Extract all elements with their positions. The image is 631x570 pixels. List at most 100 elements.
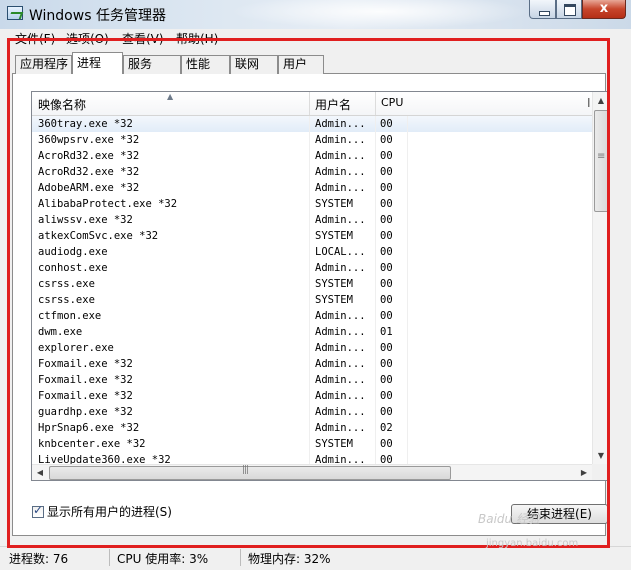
close-button[interactable]: x xyxy=(582,0,626,19)
process-row[interactable]: AlibabaProtect.exe *32 SYSTEM 00 xyxy=(32,196,592,212)
vertical-scrollbar[interactable]: ▲ ▼ xyxy=(592,92,608,464)
process-row[interactable]: aliwssv.exe *32 Admin... 00 xyxy=(32,212,592,228)
process-row[interactable]: csrss.exe SYSTEM 00 xyxy=(32,292,592,308)
process-name: AcroRd32.exe *32 xyxy=(38,166,140,178)
process-row[interactable]: Foxmail.exe *32 Admin... 00 xyxy=(32,356,592,372)
process-user: SYSTEM xyxy=(315,438,353,450)
process-row[interactable]: 360wpsrv.exe *32 Admin... 00 xyxy=(32,132,592,148)
minimize-button[interactable] xyxy=(529,0,556,19)
task-manager-icon xyxy=(7,6,23,20)
menu-help[interactable]: 帮助(H) xyxy=(176,30,218,47)
process-cpu: 00 xyxy=(380,278,393,290)
process-user: Admin... xyxy=(315,326,366,338)
process-user: Admin... xyxy=(315,166,366,178)
process-row[interactable]: Foxmail.exe *32 Admin... 00 xyxy=(32,388,592,404)
process-cpu: 02 xyxy=(380,422,393,434)
process-row[interactable]: conhost.exe Admin... 00 xyxy=(32,260,592,276)
process-row[interactable]: AcroRd32.exe *32 Admin... 00 xyxy=(32,164,592,180)
list-header: ▲ 映像名称 用户名 CPU I xyxy=(32,92,592,116)
tab-networking[interactable]: 联网 xyxy=(230,55,278,74)
window-title: Windows 任务管理器 xyxy=(29,8,166,24)
process-row[interactable]: atkexComSvc.exe *32 SYSTEM 00 xyxy=(32,228,592,244)
process-name: 360tray.exe *32 xyxy=(38,118,133,130)
process-cpu: 00 xyxy=(380,246,393,258)
column-user-name[interactable]: 用户名 xyxy=(315,96,351,113)
process-rows: 360tray.exe *32 Admin... 00 360wpsrv.exe *3… xyxy=(32,116,592,480)
process-name: csrss.exe xyxy=(38,278,95,290)
process-user: Admin... xyxy=(315,342,366,354)
process-row[interactable]: knbcenter.exe *32 SYSTEM 00 xyxy=(32,436,592,452)
process-name: Foxmail.exe *32 xyxy=(38,374,133,386)
process-name: conhost.exe xyxy=(38,262,108,274)
status-memory: 物理内存: 32% xyxy=(248,552,331,566)
scroll-left-icon[interactable]: ◀ xyxy=(32,465,48,480)
show-all-users-label[interactable]: 显示所有用户的进程(S) xyxy=(47,503,172,520)
show-all-users-checkbox[interactable] xyxy=(32,503,44,518)
process-name: AlibabaProtect.exe *32 xyxy=(38,198,178,210)
column-memory-cut[interactable]: I xyxy=(587,96,591,110)
menu-view[interactable]: 查看(V) xyxy=(122,30,164,47)
process-cpu: 00 xyxy=(380,438,393,450)
tab-performance[interactable]: 性能 xyxy=(181,55,230,74)
menu-options[interactable]: 选项(O) xyxy=(66,30,109,47)
tab-applications[interactable]: 应用程序 xyxy=(15,55,72,74)
process-cpu: 00 xyxy=(380,310,393,322)
process-cpu: 00 xyxy=(380,230,393,242)
process-user: Admin... xyxy=(315,150,366,162)
process-name: ctfmon.exe xyxy=(38,310,102,322)
process-row[interactable]: Foxmail.exe *32 Admin... 00 xyxy=(32,372,592,388)
process-cpu: 00 xyxy=(380,390,393,402)
watermark: Baidu 经验 xyxy=(478,512,540,526)
menu-file[interactable]: 文件(F) xyxy=(15,30,55,47)
process-cpu: 00 xyxy=(380,182,393,194)
process-user: Admin... xyxy=(315,374,366,386)
process-row[interactable]: HprSnap6.exe *32 Admin... 02 xyxy=(32,420,592,436)
process-cpu: 00 xyxy=(380,358,393,370)
sort-ascending-icon: ▲ xyxy=(167,92,174,101)
status-process-count: 进程数: 76 xyxy=(9,552,69,566)
process-row[interactable]: dwm.exe Admin... 01 xyxy=(32,324,592,340)
horizontal-scrollbar[interactable]: ◀ ▶ xyxy=(32,464,592,480)
process-list[interactable]: ▲ 映像名称 用户名 CPU I 360tray.exe *32 Admin...… xyxy=(31,91,609,481)
scrollbar-corner xyxy=(592,464,608,480)
vertical-scroll-thumb[interactable] xyxy=(594,110,608,212)
process-name: explorer.exe xyxy=(38,342,114,354)
process-cpu: 01 xyxy=(380,326,393,338)
tab-services[interactable]: 服务 xyxy=(123,55,181,74)
process-cpu: 00 xyxy=(380,134,393,146)
process-name: guardhp.exe *32 xyxy=(38,406,133,418)
process-user: Admin... xyxy=(315,182,366,194)
process-user: Admin... xyxy=(315,390,366,402)
process-user: LOCAL... xyxy=(315,246,366,258)
process-name: atkexComSvc.exe *32 xyxy=(38,230,159,242)
process-cpu: 00 xyxy=(380,342,393,354)
maximize-button[interactable] xyxy=(556,0,582,19)
process-name: audiodg.exe xyxy=(38,246,108,258)
scroll-right-icon[interactable]: ▶ xyxy=(576,465,592,480)
process-row[interactable]: explorer.exe Admin... 00 xyxy=(32,340,592,356)
process-row[interactable]: audiodg.exe LOCAL... 00 xyxy=(32,244,592,260)
process-user: Admin... xyxy=(315,406,366,418)
tab-users[interactable]: 用户 xyxy=(278,55,324,74)
process-cpu: 00 xyxy=(380,118,393,130)
column-cpu[interactable]: CPU xyxy=(381,96,403,109)
scroll-up-icon[interactable]: ▲ xyxy=(593,92,608,109)
process-row[interactable]: csrss.exe SYSTEM 00 xyxy=(32,276,592,292)
horizontal-scroll-thumb[interactable] xyxy=(49,465,451,480)
process-row[interactable]: AdobeARM.exe *32 Admin... 00 xyxy=(32,180,592,196)
process-cpu: 00 xyxy=(380,374,393,386)
process-name: Foxmail.exe *32 xyxy=(38,390,133,402)
process-row[interactable]: guardhp.exe *32 Admin... 00 xyxy=(32,404,592,420)
process-name: aliwssv.exe *32 xyxy=(38,214,133,226)
process-name: knbcenter.exe *32 xyxy=(38,438,146,450)
column-image-name[interactable]: 映像名称 xyxy=(38,96,86,113)
process-row[interactable]: AcroRd32.exe *32 Admin... 00 xyxy=(32,148,592,164)
process-user: Admin... xyxy=(315,422,366,434)
process-row[interactable]: 360tray.exe *32 Admin... 00 xyxy=(32,116,592,132)
tab-processes[interactable]: 进程 xyxy=(72,52,123,74)
process-user: Admin... xyxy=(315,118,366,130)
process-user: Admin... xyxy=(315,214,366,226)
process-user: SYSTEM xyxy=(315,278,353,290)
process-row[interactable]: ctfmon.exe Admin... 00 xyxy=(32,308,592,324)
scroll-down-icon[interactable]: ▼ xyxy=(593,447,608,464)
